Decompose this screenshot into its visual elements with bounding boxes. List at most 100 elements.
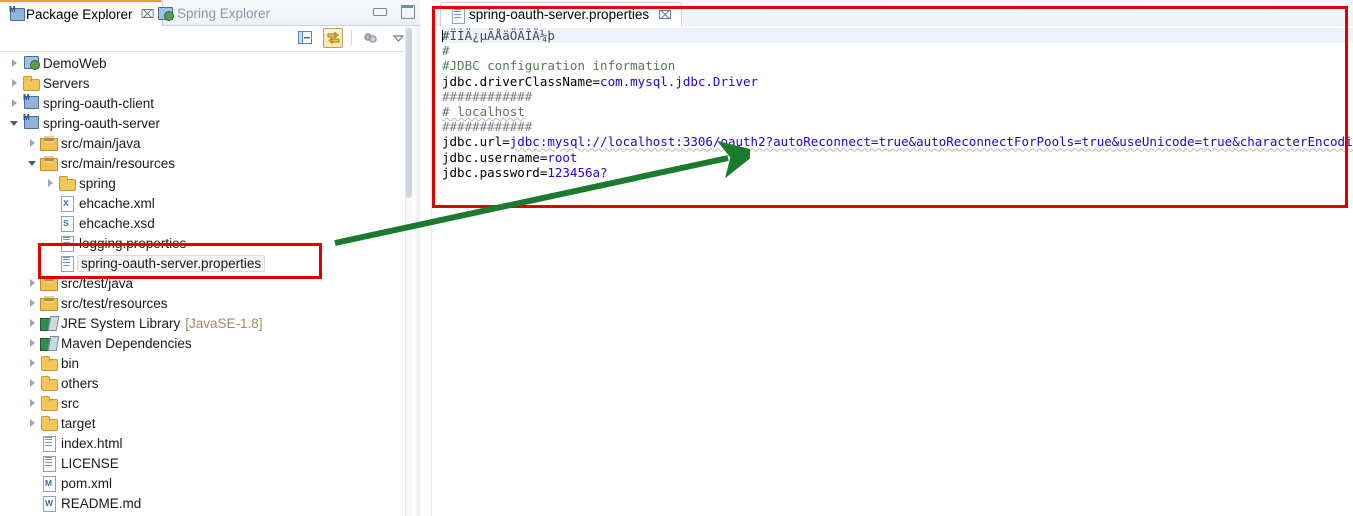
tree-item-label: ehcache.xsd: [79, 215, 155, 231]
code-line: #JDBC configuration information: [442, 58, 1353, 73]
twisty-collapsed-icon[interactable]: [26, 296, 40, 310]
tree-item[interactable]: spring-oauth-client: [0, 93, 412, 113]
sash-divider[interactable]: [413, 26, 420, 516]
editor-text-area[interactable]: #ÏÍÄ¿µÄÅäÖÃÎÄ¼þ # #JDBC configuration info…: [432, 26, 1353, 516]
tree-item[interactable]: index.html: [0, 433, 412, 453]
editor-gutter[interactable]: [422, 26, 432, 516]
close-icon[interactable]: ⌧: [658, 8, 672, 22]
tree-item-label: src/main/java: [61, 135, 141, 151]
twisty-collapsed-icon[interactable]: [26, 376, 40, 390]
comment-text: #: [442, 43, 450, 59]
property-value: jdbc:mysql://localhost:3306/oauth2?autoR…: [509, 134, 1353, 150]
tree-item[interactable]: README.md: [0, 493, 412, 513]
web-project-icon: [22, 55, 40, 71]
package-explorer-icon: [8, 5, 25, 22]
toolbar-separator: [351, 30, 352, 46]
tree-item[interactable]: src/main/java: [0, 133, 412, 153]
tab-spring-explorer-label: Spring Explorer: [177, 5, 271, 21]
tab-spring-explorer[interactable]: Spring Explorer: [148, 0, 278, 26]
tree-item[interactable]: spring-oauth-server: [0, 113, 412, 133]
tree-item[interactable]: DemoWeb: [0, 53, 412, 73]
tree-item[interactable]: src/test/java: [0, 273, 412, 293]
editor-tabbar: spring-oauth-server.properties ⌧: [432, 0, 1353, 26]
tree-item[interactable]: spring: [0, 173, 412, 193]
twisty-collapsed-icon[interactable]: [26, 136, 40, 150]
twisty-collapsed-icon[interactable]: [26, 316, 40, 330]
maximize-icon[interactable]: [400, 4, 415, 19]
tree-item[interactable]: bin: [0, 353, 412, 373]
twisty-collapsed-icon[interactable]: [44, 176, 58, 190]
source-folder-icon: [40, 155, 58, 171]
tree-item[interactable]: others: [0, 373, 412, 393]
tree-scrollbar-thumb[interactable]: [406, 28, 412, 198]
tree-item-label: Maven Dependencies: [61, 335, 192, 351]
code-line: jdbc.password=123456a?: [442, 165, 1353, 180]
tree-item[interactable]: Servers: [0, 73, 412, 93]
view-toolbar: [0, 26, 420, 52]
tree-item[interactable]: src/test/resources: [0, 293, 412, 313]
xsd-file-icon: [58, 215, 75, 232]
tree-item-label: bin: [61, 355, 80, 371]
tree-item-label: DemoWeb: [43, 55, 107, 71]
twisty-collapsed-icon[interactable]: [26, 276, 40, 290]
twisty-expanded-icon[interactable]: [8, 116, 22, 130]
twisty-collapsed-icon[interactable]: [8, 76, 22, 90]
maven-project-icon: [22, 113, 39, 131]
package-explorer-view: Package Explorer ⌧ Spring Explorer: [0, 0, 420, 516]
tree-item-label: src/test/resources: [61, 295, 168, 311]
twisty-collapsed-icon[interactable]: [26, 416, 40, 430]
tree-item[interactable]: pom.xml: [0, 473, 412, 493]
project-tree[interactable]: DemoWeb Servers spring-oauth-client spring-…: [0, 53, 412, 516]
spring-explorer-icon: [156, 6, 174, 21]
tree-item[interactable]: target: [0, 413, 412, 433]
tree-item-label: JRE System Library: [61, 315, 181, 331]
source-folder-icon: [40, 135, 58, 151]
property-value: 123456a?: [547, 164, 608, 180]
minimize-icon[interactable]: [372, 4, 387, 18]
tree-item[interactable]: LICENSE: [0, 453, 412, 473]
tree-item[interactable]: src: [0, 393, 412, 413]
markdown-file-icon: [40, 495, 57, 512]
tree-item-label: logging.properties: [79, 235, 187, 251]
library-icon: [40, 315, 57, 331]
twisty-expanded-icon[interactable]: [26, 156, 40, 170]
view-tabbar: Package Explorer ⌧ Spring Explorer: [0, 0, 420, 26]
tree-item[interactable]: JRE System Library [JavaSE-1.8]: [0, 313, 412, 333]
code-line: # localhost: [442, 104, 1353, 119]
tree-item-label: spring-oauth-server: [43, 115, 161, 131]
tab-package-explorer[interactable]: Package Explorer ⌧: [0, 0, 164, 26]
collapse-all-icon[interactable]: [295, 28, 315, 48]
twisty-collapsed-icon[interactable]: [8, 96, 22, 110]
html-file-icon: [40, 435, 57, 452]
link-with-editor-icon[interactable]: [323, 28, 343, 48]
twisty-collapsed-icon[interactable]: [26, 336, 40, 350]
twisty-collapsed-icon[interactable]: [26, 356, 40, 370]
tree-item[interactable]: ehcache.xsd: [0, 213, 412, 233]
tree-item[interactable]: src/main/resources: [0, 153, 412, 173]
property-key: jdbc.url=: [442, 134, 510, 150]
tree-item[interactable]: spring-oauth-server.properties: [0, 253, 412, 273]
code-line: jdbc.driverClassName=com.mysql.jdbc.Driv…: [442, 74, 1353, 89]
properties-file-icon: [58, 235, 75, 252]
tree-item[interactable]: Maven Dependencies: [0, 333, 412, 353]
focus-task-icon[interactable]: [360, 28, 380, 48]
code-line: jdbc.username=root: [442, 150, 1353, 165]
property-key: jdbc.username=: [442, 149, 548, 165]
tree-item[interactable]: logging.properties: [0, 233, 412, 253]
comment-text: # localhost: [442, 103, 525, 119]
tree-item-label: README.md: [61, 495, 142, 511]
tree-item-label: spring-oauth-server.properties: [77, 254, 266, 272]
editor-tab-label: spring-oauth-server.properties: [469, 7, 650, 22]
tree-item-label: LICENSE: [61, 455, 119, 471]
twisty-collapsed-icon[interactable]: [26, 396, 40, 410]
twisty-collapsed-icon[interactable]: [8, 56, 22, 70]
tree-item-label: src: [61, 395, 79, 411]
folder-icon: [58, 175, 76, 191]
editor-tab-properties[interactable]: spring-oauth-server.properties ⌧: [440, 2, 682, 26]
tree-item[interactable]: ehcache.xml: [0, 193, 412, 213]
